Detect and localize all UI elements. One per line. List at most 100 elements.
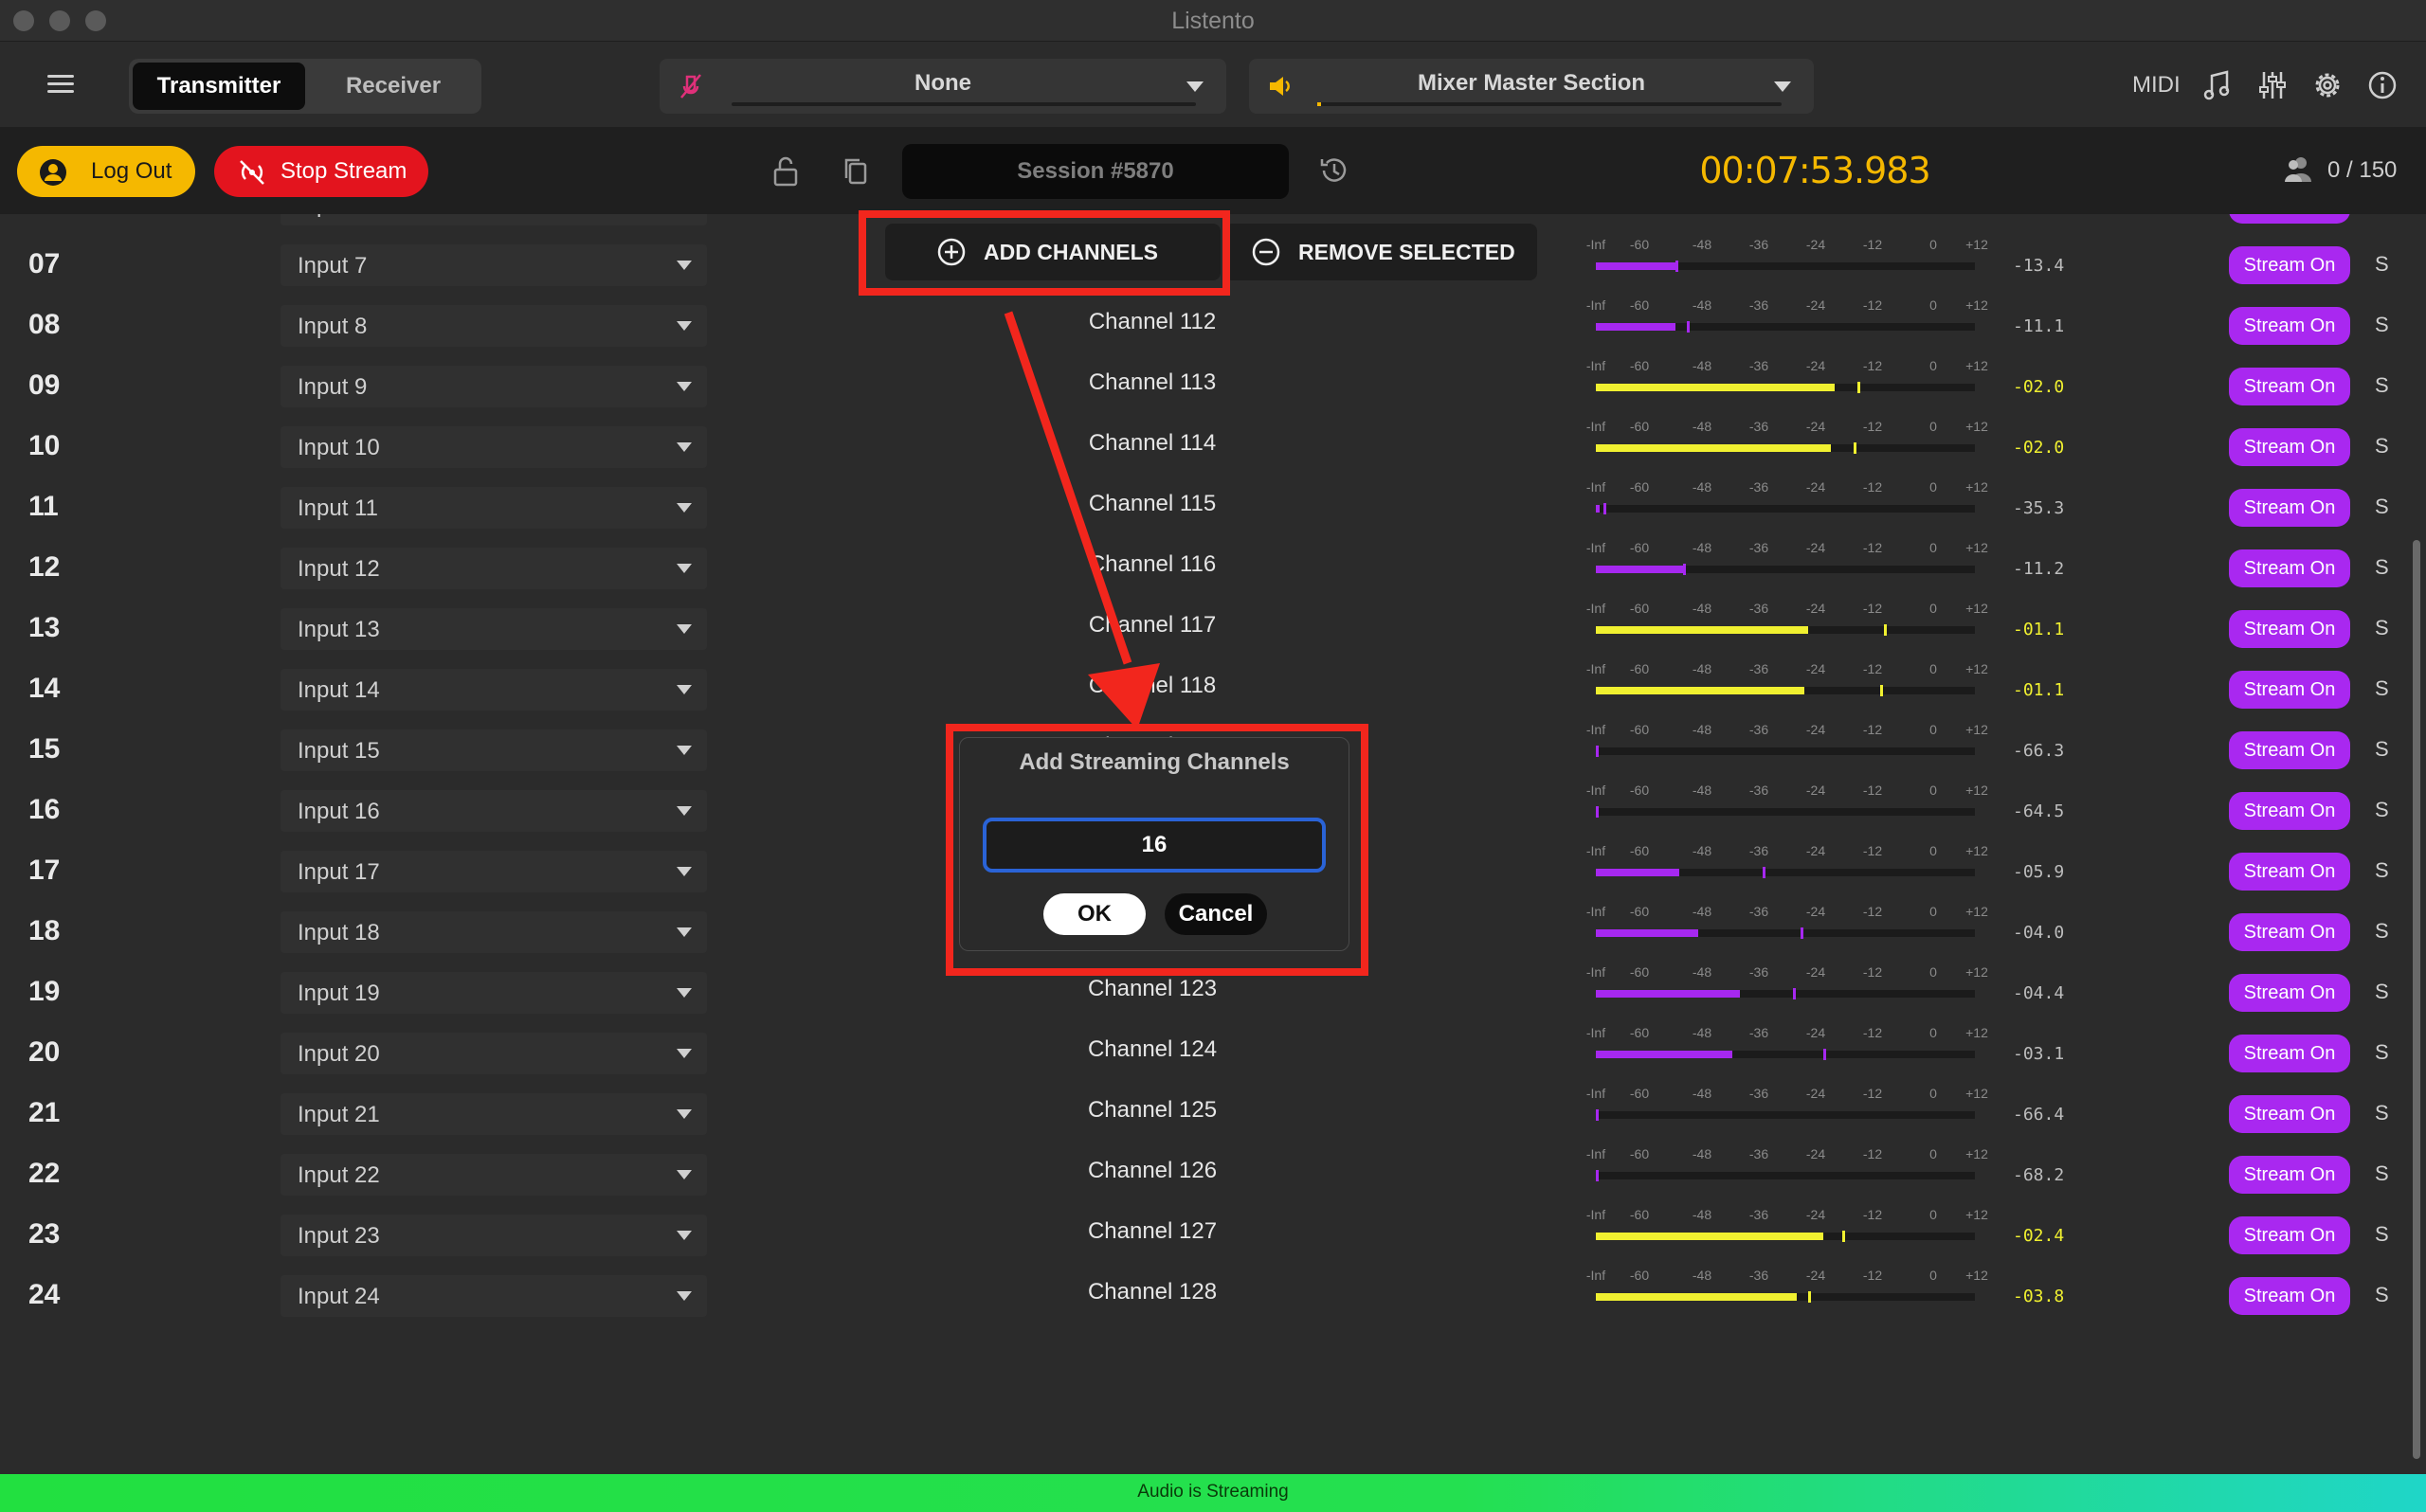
right-source-select[interactable]: Mixer Master Section	[1249, 59, 1814, 114]
stream-on-toggle[interactable]: Stream On	[2229, 214, 2350, 224]
unlock-icon[interactable]	[771, 155, 800, 188]
channel-row: 22 Input 22 Channel 126 -Inf -60 -48 -36 -24 -12…	[0, 1144, 2409, 1205]
solo-button[interactable]: S	[2375, 980, 2389, 1004]
solo-button[interactable]: S	[2375, 798, 2389, 822]
chevron-down-icon	[677, 1291, 692, 1301]
solo-button[interactable]: S	[2375, 1222, 2389, 1247]
stream-on-toggle[interactable]: Stream On	[2229, 610, 2350, 648]
input-select[interactable]: Input 17	[281, 851, 707, 892]
stream-on-toggle[interactable]: Stream On	[2229, 671, 2350, 709]
solo-button[interactable]: S	[2375, 1161, 2389, 1186]
input-select[interactable]: Input 22	[281, 1154, 707, 1196]
channel-name[interactable]: Channel 127	[1058, 1218, 1247, 1245]
input-select[interactable]: Input 14	[281, 669, 707, 711]
left-source-select[interactable]: None	[660, 59, 1226, 114]
channel-name[interactable]: Channel 117	[1058, 612, 1247, 639]
chevron-down-icon	[677, 1109, 692, 1119]
input-select[interactable]: Input 11	[281, 487, 707, 529]
stream-on-toggle[interactable]: Stream On	[2229, 549, 2350, 587]
channel-name[interactable]: Channel 128	[1058, 1279, 1247, 1305]
db-readout: -66.4	[2013, 1105, 2065, 1125]
input-select[interactable]: Input 13	[281, 608, 707, 650]
channel-name[interactable]: Channel 124	[1058, 1036, 1247, 1063]
stream-on-toggle[interactable]: Stream On	[2229, 1095, 2350, 1133]
solo-button[interactable]: S	[2375, 737, 2389, 762]
session-id[interactable]: Session #5870	[902, 144, 1289, 199]
channel-name[interactable]: Channel 116	[1058, 551, 1247, 578]
meter-scale-label: -Inf	[1585, 237, 1606, 252]
meter-scale: -Inf -60 -48 -36 -24 -12 0 +12	[1581, 297, 2007, 315]
input-select[interactable]: Input 18	[281, 911, 707, 953]
input-select[interactable]: Input 6	[281, 214, 707, 225]
tab-receiver[interactable]: Receiver	[309, 63, 478, 110]
stop-stream-button[interactable]: Stop Stream	[214, 146, 428, 197]
channel-name[interactable]: Channel 118	[1058, 673, 1247, 699]
solo-button[interactable]: S	[2375, 858, 2389, 883]
stream-on-toggle[interactable]: Stream On	[2229, 913, 2350, 951]
meter-peak	[1823, 1049, 1826, 1060]
input-select[interactable]: Input 16	[281, 790, 707, 832]
solo-button[interactable]: S	[2375, 434, 2389, 459]
music-note-icon[interactable]	[2200, 68, 2235, 102]
input-select[interactable]: Input 12	[281, 548, 707, 589]
stream-on-toggle[interactable]: Stream On	[2229, 974, 2350, 1012]
stream-on-toggle[interactable]: Stream On	[2229, 792, 2350, 830]
input-select[interactable]: Input 9	[281, 366, 707, 407]
menu-icon[interactable]	[47, 75, 74, 94]
solo-button[interactable]: S	[2375, 1040, 2389, 1065]
copy-icon[interactable]	[842, 155, 870, 188]
channel-name[interactable]: Channel 123	[1058, 976, 1247, 1002]
midi-button[interactable]: MIDI	[2132, 72, 2181, 99]
solo-button[interactable]: S	[2375, 373, 2389, 398]
stream-on-toggle[interactable]: Stream On	[2229, 246, 2350, 284]
input-select[interactable]: Input 15	[281, 729, 707, 771]
tab-transmitter[interactable]: Transmitter	[133, 63, 305, 110]
solo-button[interactable]: S	[2375, 313, 2389, 337]
channel-name[interactable]: Channel 126	[1058, 1158, 1247, 1184]
input-select[interactable]: Input 10	[281, 426, 707, 468]
channel-name[interactable]: Channel 125	[1058, 1097, 1247, 1124]
log-out-button[interactable]: Log Out	[17, 146, 195, 197]
input-select[interactable]: Input 8	[281, 305, 707, 347]
mixer-sliders-icon[interactable]	[2255, 68, 2290, 102]
solo-button[interactable]: S	[2375, 676, 2389, 701]
stream-on-toggle[interactable]: Stream On	[2229, 1277, 2350, 1315]
stream-on-toggle[interactable]: Stream On	[2229, 489, 2350, 527]
level-meter: -Inf -60 -48 -36 -24 -12 0 +12	[1581, 964, 2007, 1016]
remove-selected-button[interactable]: REMOVE SELECTED	[1224, 224, 1537, 280]
stream-on-toggle[interactable]: Stream On	[2229, 731, 2350, 769]
channel-name[interactable]: Channel 112	[1058, 309, 1247, 335]
input-select[interactable]: Input 24	[281, 1275, 707, 1317]
chevron-down-icon	[677, 1231, 692, 1240]
input-select[interactable]: Input 19	[281, 972, 707, 1014]
stream-on-toggle[interactable]: Stream On	[2229, 1156, 2350, 1194]
chevron-down-icon	[677, 927, 692, 937]
stream-on-toggle[interactable]: Stream On	[2229, 368, 2350, 405]
stream-on-toggle[interactable]: Stream On	[2229, 1216, 2350, 1254]
input-select[interactable]: Input 20	[281, 1033, 707, 1074]
solo-button[interactable]: S	[2375, 1101, 2389, 1125]
solo-button[interactable]: S	[2375, 1283, 2389, 1307]
scrollbar[interactable]	[2413, 540, 2420, 1459]
input-select-label: Input 20	[298, 1041, 380, 1067]
channel-name[interactable]: Channel 114	[1058, 430, 1247, 457]
channel-name[interactable]: Channel 113	[1058, 369, 1247, 396]
info-icon[interactable]	[2365, 68, 2399, 102]
solo-button[interactable]: S	[2375, 616, 2389, 640]
solo-button[interactable]: S	[2375, 919, 2389, 944]
channel-name[interactable]: Channel 115	[1058, 491, 1247, 517]
gear-icon[interactable]	[2310, 68, 2345, 102]
stream-on-toggle[interactable]: Stream On	[2229, 307, 2350, 345]
solo-button[interactable]: S	[2375, 214, 2389, 216]
history-icon[interactable]	[1317, 153, 1351, 188]
input-select[interactable]: Input 23	[281, 1215, 707, 1256]
stream-on-toggle[interactable]: Stream On	[2229, 853, 2350, 891]
solo-button[interactable]: S	[2375, 555, 2389, 580]
stream-on-toggle[interactable]: Stream On	[2229, 428, 2350, 466]
input-select[interactable]: Input 21	[281, 1093, 707, 1135]
solo-button[interactable]: S	[2375, 495, 2389, 519]
stream-on-toggle[interactable]: Stream On	[2229, 1035, 2350, 1072]
meter-scale-label: 0	[1929, 601, 1937, 616]
solo-button[interactable]: S	[2375, 252, 2389, 277]
input-select[interactable]: Input 7	[281, 244, 707, 286]
